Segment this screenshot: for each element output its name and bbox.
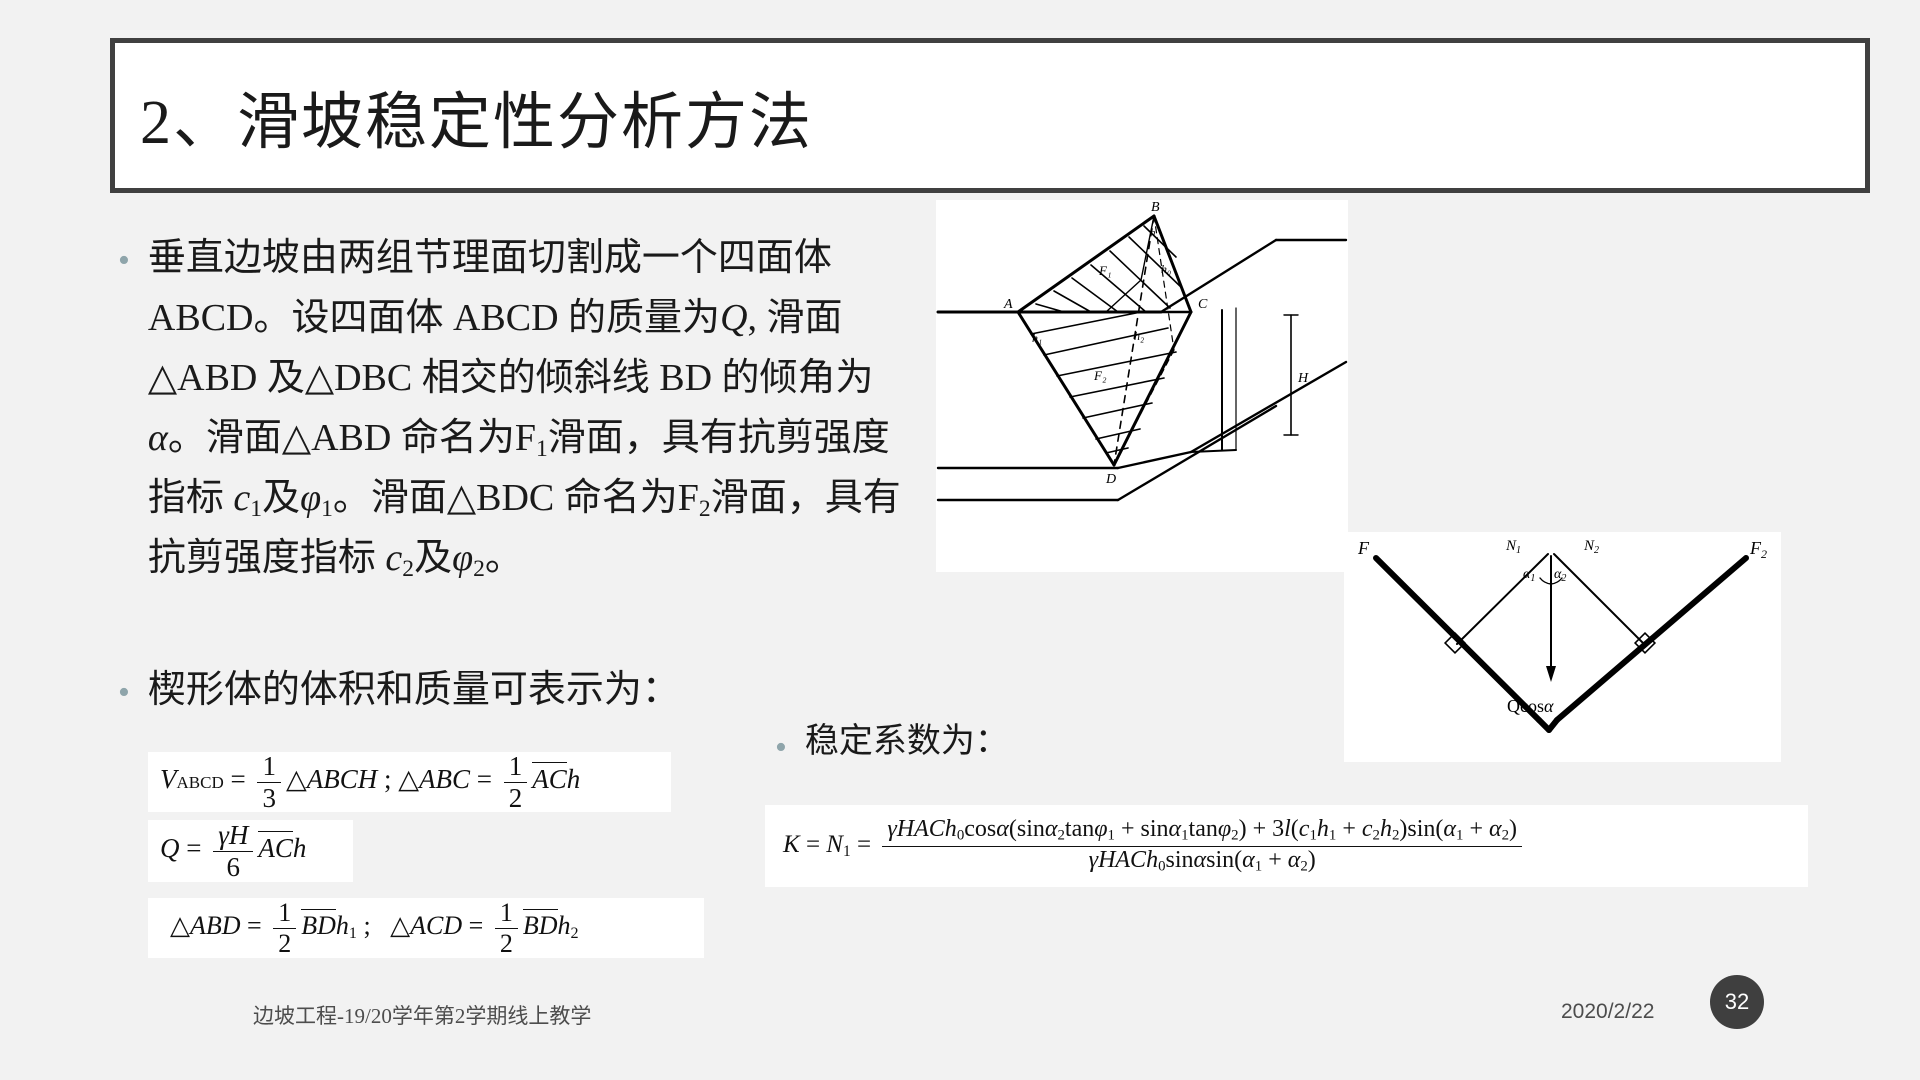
bullet-dot-icon: • (118, 242, 130, 279)
page-title: 2、滑坡稳定性分析方法 (140, 88, 814, 157)
formula-mass: Q = γH 6 ACh (148, 820, 353, 882)
force-label-N1: N1 (1505, 538, 1521, 556)
figure-label-F2: F₂ (1093, 368, 1107, 383)
bullet-2-text: 楔形体的体积和质量可表示为： (147, 669, 680, 711)
force-polygon-diagram: F F2 N1 N2 α1 α2 Qcosα (1344, 532, 1781, 762)
figure-label-D: D (1105, 472, 1116, 487)
figure-label-h2: h₂ (1134, 329, 1144, 343)
figure-label-h0-upper: h (1150, 227, 1156, 239)
bullet-1-text: 垂直边坡由两组节理面切割成一个四面体ABCD。设四面体 ABCD 的质量为Q, … (147, 237, 901, 583)
slide-canvas: 2、滑坡稳定性分析方法 • 垂直边坡由两组节理面切割成一个四面体ABCD。设四面… (0, 0, 1920, 1080)
force-label-F2: F2 (1749, 538, 1767, 561)
bullet-item-2: • 楔形体的体积和质量可表示为： (118, 660, 818, 720)
bullet-item-1: • 垂直边坡由两组节理面切割成一个四面体ABCD。设四面体 ABCD 的质量为Q… (118, 228, 908, 588)
force-label-F: F (1357, 538, 1370, 558)
formula-volume: VABCD = 1 3 △ABCH ; △ABC = 1 2 ACh (148, 752, 671, 812)
force-label-Qcosalpha: Qcosα (1507, 696, 1554, 716)
bullet-item-3: • 稳定系数为： (775, 715, 1195, 769)
footer-course-label: 边坡工程-19/20学年第2学期线上教学 (253, 1004, 592, 1028)
formula-areas-text: △ABD = 1 2 BDh1 ; △ACD = 1 2 BDh2 (170, 898, 579, 958)
formula-stability: K = N1 = γHACh0cosα(sinα2tanφ1 + sinα1ta… (765, 805, 1808, 887)
bullet-dot-icon: • (118, 674, 130, 711)
wedge-svg: B A C D H h h₀ F₁ F₂ h₁ h₂ (936, 200, 1348, 502)
figure-label-h0: h₀ (1161, 262, 1171, 276)
formula-stability-text: K = N1 = γHACh0cosα(sinα2tanφ1 + sinα1ta… (765, 816, 1527, 875)
figure-label-H: H (1297, 371, 1309, 386)
title-box: 2、滑坡稳定性分析方法 (110, 38, 1870, 193)
figure-label-F1: F₁ (1098, 263, 1111, 278)
figure-label-h1: h₁ (1032, 331, 1042, 345)
bullet-3-text: 稳定系数为： (804, 723, 1009, 760)
footer-date-label: 2020/2/22 (1561, 1000, 1655, 1023)
page-number-badge: 32 (1710, 975, 1764, 1029)
figure-label-B: B (1151, 200, 1160, 215)
figure-label-A: A (1003, 297, 1013, 312)
formula-volume-text: VABCD = 1 3 △ABCH ; △ABC = 1 2 ACh (160, 752, 581, 812)
figure-label-C: C (1198, 297, 1208, 312)
formula-areas: △ABD = 1 2 BDh1 ; △ACD = 1 2 BDh2 (148, 898, 704, 958)
forces-svg: F F2 N1 N2 α1 α2 Qcosα (1357, 538, 1767, 733)
wedge-block-3d-diagram: B A C D H h h₀ F₁ F₂ h₁ h₂ (936, 200, 1348, 572)
force-label-N2: N2 (1583, 538, 1599, 556)
bullet-dot-icon: • (775, 729, 787, 766)
formula-mass-text: Q = γH 6 ACh (160, 820, 307, 882)
force-label-alpha2: α2 (1554, 567, 1566, 584)
